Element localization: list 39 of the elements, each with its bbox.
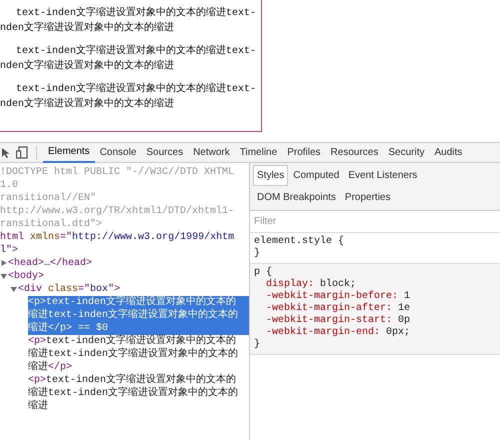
panel-tab[interactable]: Timeline <box>234 142 282 162</box>
dom-node[interactable]: <head>…</head> <box>8 257 249 270</box>
panel-tab[interactable]: Sources <box>141 142 188 162</box>
panel-tab[interactable]: Audits <box>429 142 468 162</box>
css-declaration: -webkit-margin-end: 0px; <box>265 327 410 339</box>
css-brace: } <box>254 248 260 260</box>
paragraph-line: text-inden文字缩进设置对象中的文本的缩进text- <box>15 82 256 97</box>
css-selector: element.style { <box>254 236 344 248</box>
panel-tab[interactable]: Security <box>383 142 430 162</box>
collapsed-arrow-icon[interactable] <box>0 257 8 269</box>
paragraph-line: nden文字缩进设置对象中的文本的缩进 <box>0 97 174 112</box>
panel-tab[interactable]: Elements <box>43 142 95 162</box>
dom-node[interactable]: <p>text-inden文字缩进设置对象中的文本的缩进text-inden文字缩进设置对象中的文本的缩进 <box>28 374 249 413</box>
panel-tab[interactable]: Console <box>94 142 142 162</box>
paragraph-line: text-inden文字缩进设置对象中的文本的缩进text- <box>15 44 256 59</box>
css-brace: } <box>254 339 260 351</box>
sidebar-tab[interactable]: Properties <box>340 187 394 208</box>
panel-tab[interactable]: Profiles <box>282 142 326 162</box>
panel-tab[interactable]: Network <box>188 142 235 162</box>
sidebar-tab[interactable]: Styles <box>253 165 288 186</box>
css-declaration: -webkit-margin-before: 1 <box>265 291 410 302</box>
panel-tab[interactable]: Resources <box>326 142 384 162</box>
sidebar-tab[interactable]: DOM Breakpoints <box>253 187 340 208</box>
paragraph-line: nden文字缩进设置对象中的文本的缩进 <box>0 21 174 36</box>
sidebar-tab[interactable]: Event Listeners <box>344 165 422 186</box>
css-declaration: display: block; <box>265 279 356 290</box>
dom-node[interactable]: <p>text-inden文字缩进设置对象中的文本的缩进text-inden文字缩进设置对象中的文本的缩进</p> <box>28 335 249 374</box>
css-declaration: -webkit-margin-start: 0p <box>265 315 410 326</box>
inspect-icon[interactable] <box>1 146 11 158</box>
css-selector: p { <box>254 267 272 278</box>
paragraph-line: nden文字缩进设置对象中的文本的缩进 <box>0 59 174 74</box>
device-icon[interactable] <box>16 146 28 159</box>
dom-node[interactable]: <div class="box"> <box>18 283 249 296</box>
paragraph-line: text-inden文字缩进设置对象中的文本的缩进text- <box>15 6 256 21</box>
css-declaration: -webkit-margin-after: 1e <box>265 303 410 314</box>
dom-node[interactable]: <body> <box>8 270 249 283</box>
dom-node[interactable]: html xmlns="http://www.w3.org/1999/xhtml"> <box>0 231 249 257</box>
dom-node[interactable]: <p>text-inden文字缩进设置对象中的文本的缩进text-inden文字缩进设置对象中的文本的缩进</p> == $0 <box>28 296 249 335</box>
sidebar-tab[interactable]: Computed <box>289 165 344 186</box>
